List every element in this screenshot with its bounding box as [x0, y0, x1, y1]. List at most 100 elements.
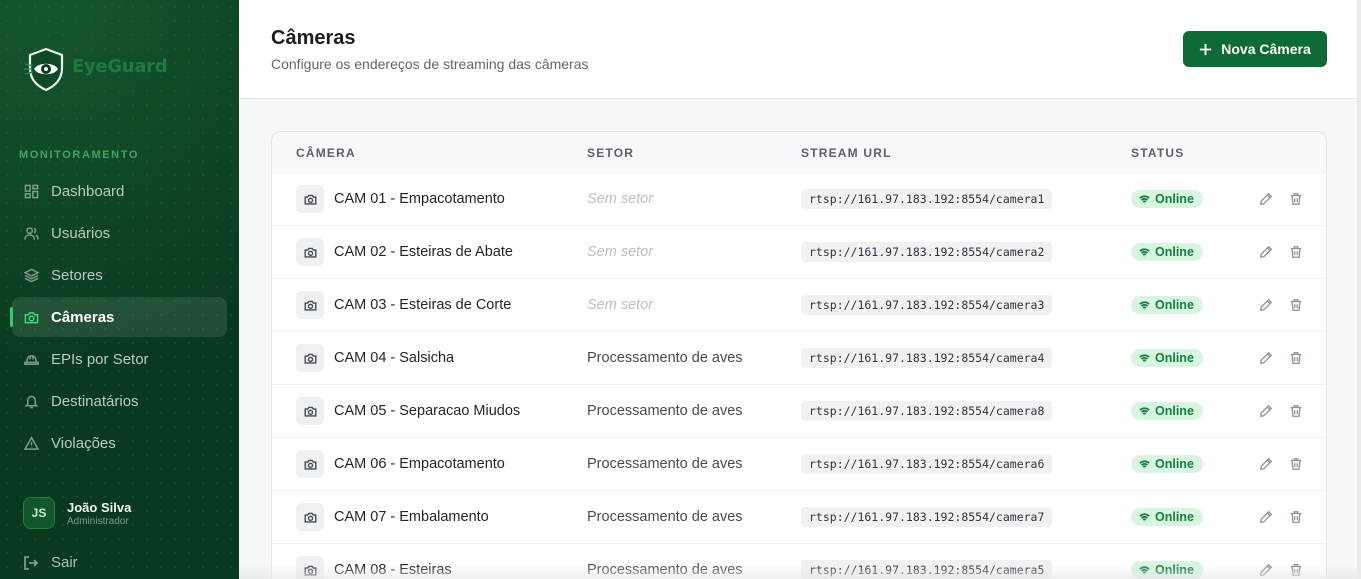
stream-url-cell: rtsp://161.97.183.192:8554/camera5	[801, 544, 1053, 579]
sidebar-item-dashboard[interactable]: Dashboard	[12, 171, 227, 211]
layers-icon	[24, 268, 39, 282]
wifi-icon	[1139, 194, 1150, 204]
camera-cell: CAM 06 - Empacotamento	[296, 438, 505, 490]
camera-cell: CAM 04 - Salsicha	[296, 332, 454, 384]
camera-name: CAM 01 - Empacotamento	[334, 191, 505, 207]
stream-url: rtsp://161.97.183.192:8554/camera6	[801, 454, 1053, 474]
sector-cell: Processamento de aves	[587, 456, 743, 472]
sector-cell: Processamento de aves	[587, 509, 743, 525]
status-cell: Online	[1131, 491, 1203, 543]
edit-icon[interactable]	[1258, 403, 1274, 419]
status-cell: Online	[1131, 173, 1203, 225]
actions-cell	[1258, 438, 1304, 490]
logout-label: Sair	[51, 554, 78, 571]
sidebar-item-setores[interactable]: Setores	[12, 255, 227, 295]
status-label: Online	[1155, 457, 1194, 471]
status-label: Online	[1155, 298, 1194, 312]
stream-url: rtsp://161.97.183.192:8554/camera8	[801, 401, 1053, 421]
edit-icon[interactable]	[1258, 350, 1274, 366]
brand-logo[interactable]: EyeGuard	[24, 46, 168, 92]
delete-icon[interactable]	[1288, 244, 1304, 260]
status-badge: Online	[1131, 243, 1203, 261]
delete-icon[interactable]	[1288, 191, 1304, 207]
stream-url: rtsp://161.97.183.192:8554/camera5	[801, 560, 1053, 579]
status-label: Online	[1155, 404, 1194, 418]
nav-section-label: MONITORAMENTO	[19, 149, 140, 161]
camera-name: CAM 08 - Esteiras	[334, 562, 452, 578]
sidebar-item-violacoes[interactable]: Violações	[12, 423, 227, 463]
camera-icon	[296, 344, 324, 372]
table-row: CAM 08 - Esteiras Processamento de aves …	[272, 544, 1326, 579]
camera-name: CAM 03 - Esteiras de Corte	[334, 297, 512, 313]
status-badge: Online	[1131, 190, 1203, 208]
users-icon	[24, 226, 39, 240]
actions-cell	[1258, 491, 1304, 543]
column-header-camera: CÂMERA	[296, 146, 356, 160]
page-header: Câmeras Configure os endereços de stream…	[239, 0, 1361, 99]
sidebar-item-destinatarios[interactable]: Destinatários	[12, 381, 227, 421]
camera-name: CAM 02 - Esteiras de Abate	[334, 244, 513, 260]
table-row: CAM 07 - Embalamento Processamento de av…	[272, 491, 1326, 544]
sidebar-item-cameras[interactable]: Câmeras	[10, 297, 227, 337]
edit-icon[interactable]	[1258, 297, 1274, 313]
scrollbar[interactable]	[1357, 0, 1361, 579]
page-title: Câmeras	[271, 27, 356, 49]
camera-icon	[296, 185, 324, 213]
table-row: CAM 02 - Esteiras de Abate Sem setor rts…	[272, 226, 1326, 279]
camera-icon	[24, 311, 39, 323]
status-badge: Online	[1131, 402, 1203, 420]
edit-icon[interactable]	[1258, 562, 1274, 578]
new-camera-button[interactable]: Nova Câmera	[1183, 31, 1327, 67]
wifi-icon	[1139, 353, 1150, 363]
edit-icon[interactable]	[1258, 509, 1274, 525]
delete-icon[interactable]	[1288, 456, 1304, 472]
status-badge: Online	[1131, 349, 1203, 367]
delete-icon[interactable]	[1288, 509, 1304, 525]
camera-icon	[296, 291, 324, 319]
status-cell: Online	[1131, 226, 1203, 278]
edit-icon[interactable]	[1258, 191, 1274, 207]
logout-button[interactable]: Sair	[23, 554, 78, 571]
wifi-icon	[1139, 565, 1150, 575]
user-role: Administrador	[67, 515, 129, 527]
table-row: CAM 05 - Separacao Miudos Processamento …	[272, 385, 1326, 438]
user-name: João Silva	[67, 499, 132, 515]
status-label: Online	[1155, 510, 1194, 524]
sector-cell: Sem setor	[587, 297, 654, 313]
delete-icon[interactable]	[1288, 403, 1304, 419]
sidebar-item-label: EPIs por Setor	[51, 350, 149, 368]
actions-cell	[1258, 279, 1304, 331]
status-cell: Online	[1131, 332, 1203, 384]
delete-icon[interactable]	[1288, 350, 1304, 366]
actions-cell	[1258, 332, 1304, 384]
shield-eye-icon	[24, 47, 64, 92]
actions-cell	[1258, 544, 1304, 579]
sidebar-item-label: Dashboard	[51, 182, 125, 200]
edit-icon[interactable]	[1258, 456, 1274, 472]
stream-url-cell: rtsp://161.97.183.192:8554/camera1	[801, 173, 1053, 225]
sidebar-item-label: Câmeras	[51, 308, 115, 326]
delete-icon[interactable]	[1288, 562, 1304, 578]
status-cell: Online	[1131, 279, 1203, 331]
status-label: Online	[1155, 192, 1194, 206]
camera-name: CAM 05 - Separacao Miudos	[334, 403, 521, 419]
edit-icon[interactable]	[1258, 244, 1274, 260]
sidebar-item-epis-por-setor[interactable]: EPIs por Setor	[12, 339, 227, 379]
column-header-setor: SETOR	[587, 146, 635, 160]
sector-cell: Processamento de aves	[587, 403, 743, 419]
logout-icon	[24, 555, 39, 570]
status-badge: Online	[1131, 296, 1203, 314]
stream-url-cell: rtsp://161.97.183.192:8554/camera8	[801, 385, 1053, 437]
column-header-stream-url: STREAM URL	[801, 146, 892, 160]
status-cell: Online	[1131, 438, 1203, 490]
wifi-icon	[1139, 300, 1150, 310]
new-camera-button-label: Nova Câmera	[1221, 41, 1311, 57]
camera-cell: CAM 02 - Esteiras de Abate	[296, 226, 513, 278]
user-profile[interactable]: JS João Silva Administrador	[23, 497, 131, 529]
sidebar-item-usuarios[interactable]: Usuários	[12, 213, 227, 253]
stream-url-cell: rtsp://161.97.183.192:8554/camera6	[801, 438, 1053, 490]
status-cell: Online	[1131, 544, 1203, 579]
table-row: CAM 04 - Salsicha Processamento de aves …	[272, 332, 1326, 385]
delete-icon[interactable]	[1288, 297, 1304, 313]
stream-url-cell: rtsp://161.97.183.192:8554/camera3	[801, 279, 1053, 331]
